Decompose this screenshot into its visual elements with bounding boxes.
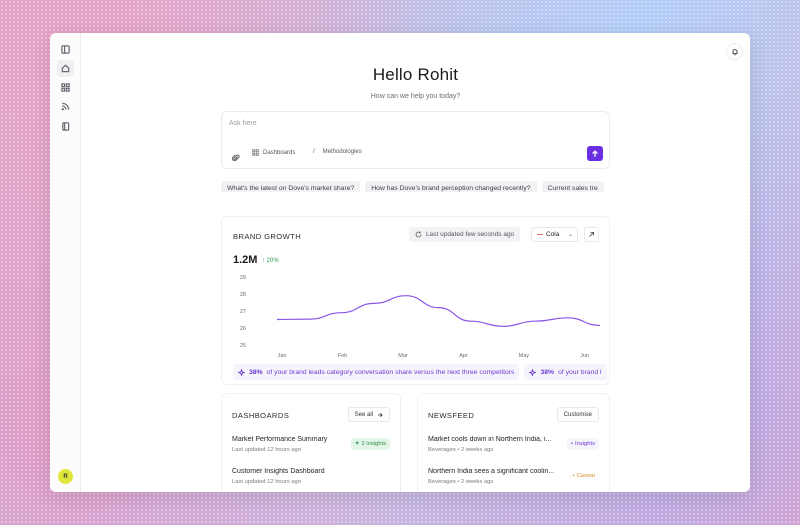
brand-select[interactable]: Cola ⌄ <box>531 227 578 242</box>
dot-icon: • <box>570 441 574 447</box>
avatar[interactable]: R <box>58 469 73 484</box>
brand-growth-chart: 29 28 27 26 25 Jan Feb Mar Apr May Jun <box>240 275 601 359</box>
insight-text: of your brand leads category conversatio… <box>266 369 515 376</box>
source-dashboards[interactable]: Dashboards <box>252 149 295 156</box>
customise-button[interactable]: Customise <box>556 407 599 422</box>
ask-box[interactable]: Ask here Dashboards / Methodologies <box>221 111 610 169</box>
sparkle-icon <box>529 369 537 376</box>
insights-badge[interactable]: ✦ 2 insights <box>350 438 390 450</box>
dashboard-item[interactable]: Customer Insights Dashboard Last updated… <box>232 468 390 492</box>
brand-select-value: Cola <box>546 231 560 238</box>
x-tick-label: Feb <box>338 353 347 359</box>
source-dashboards-label: Dashboards <box>263 149 296 156</box>
page-title: Hello Rohit <box>372 65 459 84</box>
source-separator: / <box>313 149 315 155</box>
dashboard-item-title: Customer Insights Dashboard <box>232 468 325 475</box>
dashboards-title: DASHBOARDS <box>232 411 290 420</box>
y-tick-label: 25 <box>240 343 246 349</box>
sidebar-toggle-button[interactable] <box>57 41 74 58</box>
sidebar-toggle-icon <box>61 45 70 54</box>
source-methodologies-label: Methodologies <box>322 149 362 155</box>
chevron-down-icon: ⌄ <box>567 232 573 238</box>
ask-input[interactable]: Ask here <box>229 120 257 127</box>
dashboards-panel: DASHBOARDS See all Market Performance Su… <box>221 393 401 492</box>
expand-button[interactable] <box>584 227 599 242</box>
side-rail: R <box>50 33 81 492</box>
sparkle-icon <box>238 369 245 376</box>
y-tick-label: 29 <box>240 275 246 281</box>
source-methodologies[interactable]: / Methodologies <box>313 149 362 155</box>
suggestion-chip[interactable]: How has Dove's brand perception changed … <box>365 181 537 192</box>
x-tick-label: Apr <box>459 353 468 359</box>
nav-methodologies[interactable] <box>57 118 74 135</box>
brand-color-swatch <box>537 233 543 236</box>
nav-feed[interactable] <box>57 98 74 115</box>
x-tick-label: Mar <box>398 353 408 359</box>
news-tag[interactable]: • Insights <box>566 438 599 450</box>
insight-chip[interactable]: 38% of your brand l <box>524 364 607 380</box>
grid-icon <box>252 149 259 156</box>
suggestion-list: What's the latest on Dove's market share… <box>221 177 610 192</box>
grid-icon <box>61 83 70 92</box>
insights-badge-label: 2 insights <box>361 441 387 447</box>
suggestion-chip[interactable]: Current sales tre <box>541 181 604 192</box>
y-tick-label: 27 <box>240 309 246 315</box>
y-tick-label: 28 <box>240 292 246 298</box>
news-tag-label: Insights <box>575 441 595 447</box>
send-button[interactable] <box>587 146 603 161</box>
news-item[interactable]: Market cools down in Northern India, i..… <box>428 436 599 464</box>
insight-chip[interactable]: 38% of your brand leads category convers… <box>233 364 520 380</box>
x-tick-label: May <box>519 353 530 359</box>
greeting: Hello Rohit How can we help you today? <box>81 33 750 100</box>
rss-icon <box>61 102 70 111</box>
home-icon <box>61 64 70 73</box>
refresh-status[interactable]: Last updated few seconds ago <box>409 227 521 242</box>
insight-text: of your brand l <box>558 369 602 376</box>
paperclip-icon <box>231 154 240 162</box>
metric-delta-value: 20% <box>266 258 279 264</box>
arrow-up-right-icon <box>589 231 595 237</box>
newsfeed-panel: NEWSFEED Customise Market cools down in … <box>417 393 610 492</box>
arrow-right-icon <box>377 412 383 417</box>
x-tick-label: Jun <box>580 353 589 359</box>
y-tick-label: 26 <box>240 326 246 332</box>
news-tag[interactable]: • Caveat <box>568 470 599 482</box>
app-window: R Hello Rohit How can we help you today?… <box>50 33 750 492</box>
metric-delta: ↑ 20% <box>262 258 279 264</box>
sparkle-icon: ✦ <box>354 441 360 447</box>
news-item-title: Market cools down in Northern India, i..… <box>428 436 552 443</box>
insight-percent: 38% <box>249 369 263 376</box>
dashboard-item-meta: Last updated 12 hours ago <box>232 479 301 485</box>
news-item-title: Northern India sees a significant coolin… <box>428 468 555 475</box>
brand-growth-card: BRAND GROWTH Last updated few seconds ag… <box>221 216 610 385</box>
news-item[interactable]: Northern India sees a significant coolin… <box>428 468 599 492</box>
see-all-button[interactable]: See all <box>347 407 390 422</box>
arrow-up-icon <box>592 149 598 157</box>
refresh-icon <box>415 231 422 238</box>
insight-list: 38% of your brand leads category convers… <box>233 363 609 380</box>
nav-home[interactable] <box>57 60 74 77</box>
suggestion-chip[interactable]: What's the latest on Dove's market share… <box>221 181 361 192</box>
metric-value: 1.2M <box>233 254 258 266</box>
page-subtitle: How can we help you today? <box>370 93 461 100</box>
dashboard-item[interactable]: Market Performance Summary Last updated … <box>232 436 390 464</box>
attach-button[interactable] <box>231 149 240 162</box>
x-tick-label: Jan <box>278 353 287 359</box>
customise-label: Customise <box>563 411 592 418</box>
dot-icon: • <box>572 473 575 479</box>
news-tag-label: Caveat <box>576 473 595 479</box>
book-icon <box>62 122 70 131</box>
brand-growth-title: BRAND GROWTH <box>233 232 302 241</box>
refresh-status-label: Last updated few seconds ago <box>426 231 515 238</box>
newsfeed-title: NEWSFEED <box>428 411 475 420</box>
nav-dashboards[interactable] <box>57 79 74 96</box>
series-line <box>276 295 601 327</box>
see-all-label: See all <box>354 411 373 418</box>
insight-percent: 38% <box>540 369 555 376</box>
